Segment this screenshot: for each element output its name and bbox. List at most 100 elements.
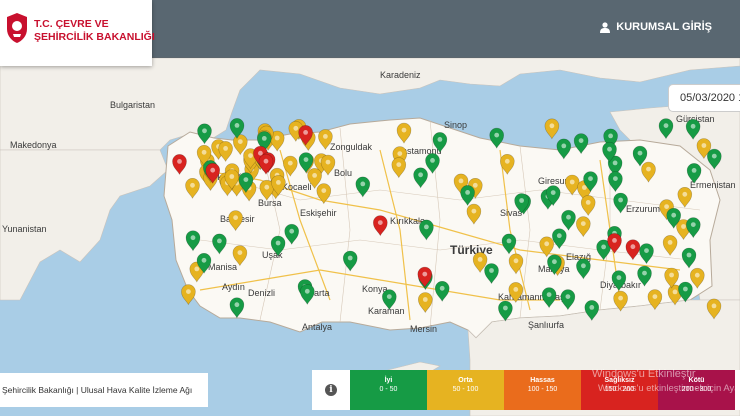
station-icon <box>711 153 717 159</box>
info-icon: i <box>325 384 337 396</box>
station-icon <box>569 179 575 185</box>
station-icon <box>293 125 299 131</box>
legend-item-range: 50 - 100 <box>452 386 479 393</box>
station-icon <box>506 238 512 244</box>
station-icon <box>630 244 636 250</box>
corporate-login-button[interactable]: KURUMSAL GİRİŞ <box>600 21 712 33</box>
station-icon <box>588 176 593 181</box>
station-icon <box>234 302 240 308</box>
map-label-country: Türkiye <box>450 243 493 257</box>
station-icon <box>566 214 571 220</box>
map-label-city: Sinop <box>444 120 467 130</box>
legend-item-range: 0 - 50 <box>379 386 398 393</box>
station-icon <box>549 123 555 129</box>
station-icon <box>477 257 483 262</box>
station-icon <box>289 228 295 234</box>
station-icon <box>612 238 617 243</box>
station-icon <box>544 241 550 247</box>
station-icon <box>663 123 669 128</box>
station-icon <box>276 180 281 185</box>
activation-watermark-title: Windows'u Etkinleştir <box>592 368 696 380</box>
station-icon <box>691 168 697 173</box>
station-icon <box>401 127 407 133</box>
station-icon <box>494 132 500 138</box>
station-icon <box>513 287 519 292</box>
station-icon <box>701 143 707 148</box>
user-icon <box>600 21 611 33</box>
station-icon <box>561 143 567 149</box>
station-icon <box>422 297 428 302</box>
legend-item-name: Hassas <box>530 377 555 384</box>
station-icon <box>556 233 562 239</box>
station-icon <box>274 135 280 141</box>
station-icon <box>546 292 552 297</box>
legend-item-0: İyi 0 - 50 <box>350 370 427 410</box>
station-icon <box>264 184 270 190</box>
station-icon <box>489 268 494 273</box>
station-icon <box>275 240 281 246</box>
station-icon <box>686 252 692 258</box>
date-picker-input[interactable]: 05/03/2020 1 <box>668 84 740 112</box>
map-label-city: Bolu <box>334 168 352 178</box>
station-icon <box>637 150 643 156</box>
station-icon <box>465 190 470 195</box>
station-icon <box>471 208 477 214</box>
station-icon <box>210 167 216 173</box>
station-icon <box>682 191 688 197</box>
station-icon <box>618 197 623 203</box>
station-icon <box>377 220 383 225</box>
station-icon <box>690 123 696 129</box>
station-icon <box>664 204 669 209</box>
station-icon <box>424 224 429 230</box>
map-label-city: Eskişehir <box>300 208 337 218</box>
legend-item-1: Orta 50 - 100 <box>427 370 504 410</box>
station-icon <box>325 159 331 165</box>
station-icon <box>552 259 557 265</box>
station-icon <box>503 305 508 311</box>
station-icon <box>229 174 235 179</box>
station-icon <box>217 238 222 244</box>
station-icon <box>683 286 688 292</box>
station-icon <box>607 146 612 152</box>
station-icon <box>669 272 674 278</box>
map-label-city: Antalya <box>302 322 332 332</box>
map-label-city: Erzurum <box>626 204 660 214</box>
station-icon <box>321 188 327 193</box>
station-icon <box>422 271 428 277</box>
station-icon <box>690 222 696 227</box>
station-icon <box>439 285 445 291</box>
ministry-logo-panel[interactable]: T.C. ÇEVRE VE ŞEHİRCİLİK BAKANLIĞI <box>0 0 155 66</box>
station-icon <box>190 182 195 188</box>
station-icon <box>223 146 228 151</box>
station-icon <box>672 289 678 295</box>
map-label-city: Bursa <box>258 198 282 208</box>
station-icon <box>234 122 240 128</box>
station-icon <box>565 294 571 299</box>
station-icon <box>642 270 647 276</box>
station-icon <box>519 198 524 203</box>
station-icon <box>233 215 238 220</box>
station-icon <box>513 258 519 264</box>
station-icon <box>580 221 586 226</box>
map-label-city: Kocaeli <box>282 182 312 192</box>
station-icon <box>613 176 618 181</box>
station-icon <box>711 303 717 309</box>
station-icon <box>190 235 196 241</box>
station-icon <box>261 136 267 141</box>
station-icon <box>681 224 686 229</box>
map-label-country: Makedonya <box>10 140 57 150</box>
station-icon <box>644 248 649 253</box>
station-icon <box>550 190 556 195</box>
activation-watermark-text: Windows'u etkinleştirmek için Ayarlar <box>598 383 740 394</box>
station-icon <box>312 173 317 178</box>
footer-credit: Şehircilik Bakanlığı | Ulusal Hava Kalit… <box>0 373 208 407</box>
station-icon <box>201 257 207 263</box>
info-button[interactable]: i <box>312 370 350 410</box>
legend-item-range: 100 - 150 <box>527 386 558 393</box>
station-icon <box>248 153 253 158</box>
station-icon <box>194 266 200 272</box>
map-label-city: Şanlıurfa <box>528 320 564 330</box>
station-icon <box>303 157 309 162</box>
map-label-city: Giresun <box>538 176 570 186</box>
station-icon <box>437 137 443 142</box>
